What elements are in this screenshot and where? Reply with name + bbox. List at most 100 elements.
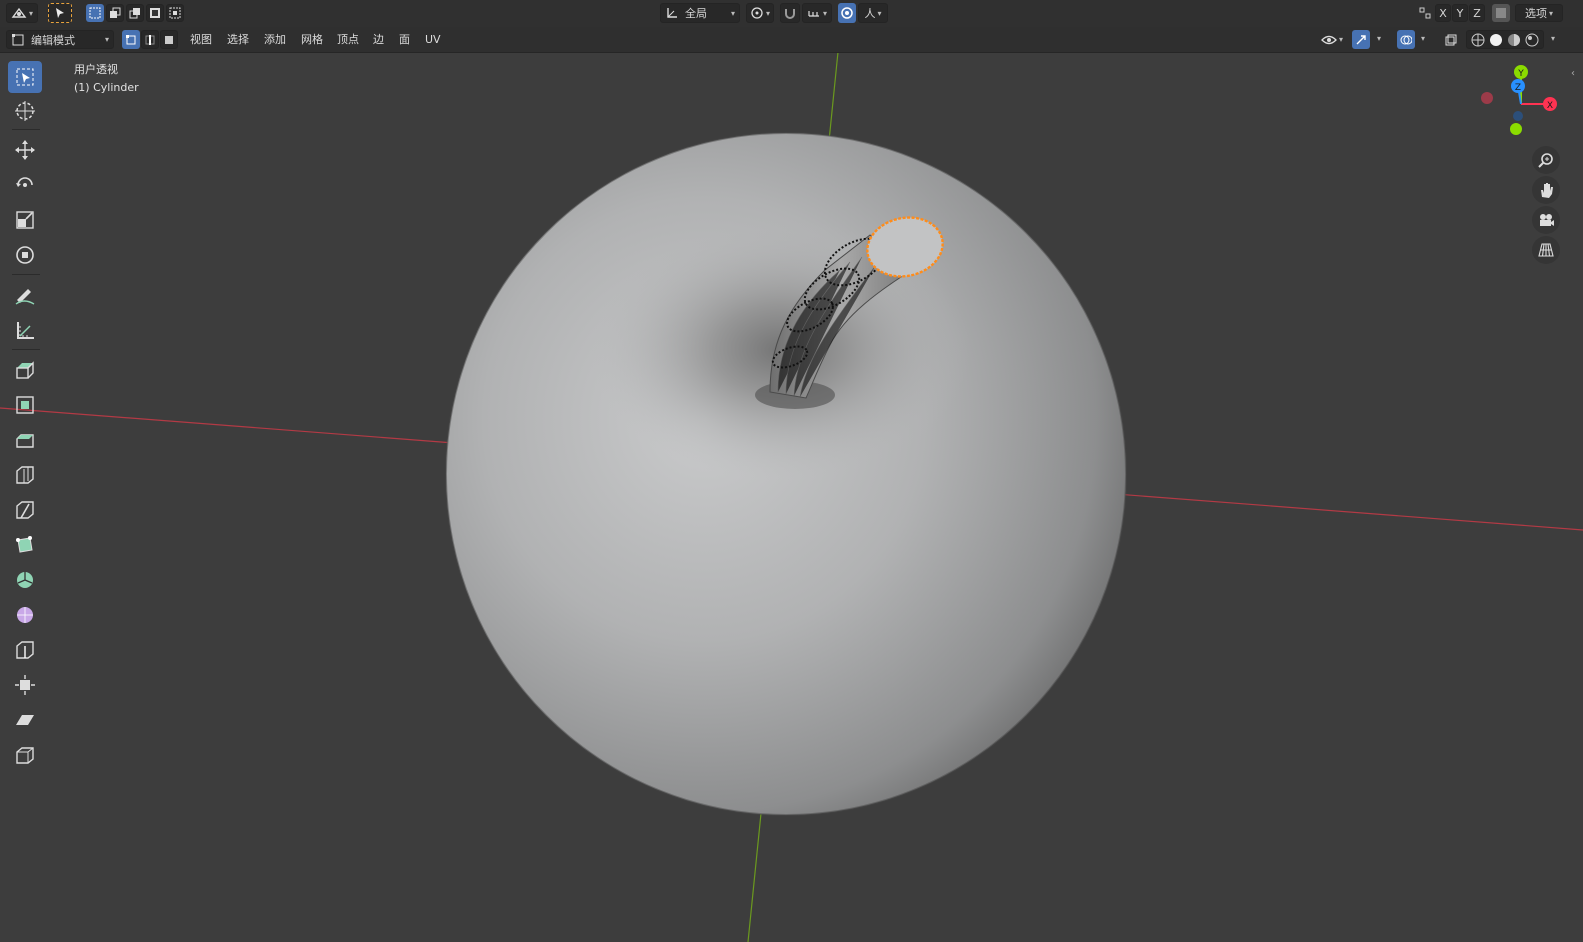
proportional-edit-icon <box>841 7 853 19</box>
falloff-dropdown[interactable]: 人 ▾ <box>858 3 888 23</box>
select-new-button[interactable] <box>86 4 104 22</box>
rotate-icon <box>16 177 33 187</box>
select-invert-button[interactable] <box>146 4 164 22</box>
select-invert-icon <box>150 8 160 18</box>
chevron-down-icon[interactable]: ▾ <box>1551 34 1555 43</box>
menu-face[interactable]: 面 <box>399 30 410 49</box>
edge-slide-tool[interactable] <box>8 634 42 666</box>
shrink-fatten-tool[interactable] <box>8 669 42 701</box>
mirror-y-toggle[interactable]: Y <box>1452 4 1468 22</box>
extrude-tool[interactable] <box>8 354 42 386</box>
chevron-down-icon: ▾ <box>765 8 770 18</box>
select-subtract-icon <box>129 8 140 19</box>
proportional-edit-toggle[interactable] <box>838 3 856 23</box>
select-intersect-button[interactable] <box>166 4 184 22</box>
edge-select-button[interactable] <box>141 30 159 49</box>
loop-cut-icon <box>16 466 34 484</box>
knife-tool[interactable] <box>8 494 42 526</box>
spin-tool[interactable] <box>8 564 42 596</box>
camera-icon <box>1540 214 1554 226</box>
overlays-toggle[interactable] <box>1397 30 1415 49</box>
chevron-down-icon: ▾ <box>1338 35 1343 44</box>
mirror-z-toggle[interactable]: Z <box>1469 4 1485 22</box>
gizmo-x-label: X <box>1547 101 1553 111</box>
rendered-shading-icon[interactable] <box>1524 32 1540 48</box>
scale-tool[interactable] <box>8 204 42 236</box>
vertex-select-button[interactable] <box>122 30 140 49</box>
pivot-icon <box>751 7 763 19</box>
orientation-label: 全局 <box>685 7 707 20</box>
tweak-tool-button[interactable] <box>48 3 72 23</box>
pan-button[interactable] <box>1532 176 1560 204</box>
editor-type-button[interactable]: ▾ <box>6 3 38 23</box>
gizmo-neg-x <box>1481 92 1493 104</box>
gizmo-toggle[interactable] <box>1352 30 1370 49</box>
rotate-tool[interactable] <box>8 169 42 201</box>
snap-toggle[interactable] <box>780 3 800 23</box>
cursor-tool[interactable] <box>8 95 42 127</box>
options-label: 选项 <box>1524 7 1547 20</box>
pivot-point-dropdown[interactable]: ▾ <box>746 3 774 23</box>
wireframe-shading-icon[interactable] <box>1470 32 1486 48</box>
menu-select[interactable]: 选择 <box>227 30 249 49</box>
navigation-gizmo[interactable]: Y Z X <box>1478 60 1568 146</box>
move-tool[interactable] <box>8 134 42 166</box>
snap-increment-icon <box>808 11 819 17</box>
mirror-toggle[interactable] <box>1416 4 1434 22</box>
mirror-x-toggle[interactable]: X <box>1435 4 1451 22</box>
eye-icon <box>1321 35 1337 44</box>
poly-build-tool[interactable] <box>8 529 42 561</box>
select-box-tool[interactable] <box>8 61 42 93</box>
solid-shading-icon[interactable] <box>1488 32 1504 48</box>
menu-uv[interactable]: UV <box>425 30 441 49</box>
sidebar-toggle[interactable]: ‹ <box>1571 68 1583 82</box>
scale-icon <box>16 211 34 229</box>
smooth-tool[interactable] <box>8 599 42 631</box>
rip-tool[interactable] <box>8 739 42 771</box>
auto-merge-toggle[interactable] <box>1492 4 1510 22</box>
menu-vertex[interactable]: 顶点 <box>337 30 359 49</box>
select-intersect-icon <box>169 7 181 19</box>
hand-icon <box>1541 183 1553 198</box>
inset-tool[interactable] <box>8 389 42 421</box>
select-subtract-button[interactable] <box>126 4 144 22</box>
shading-mode-group <box>1466 30 1544 49</box>
options-dropdown[interactable]: 选项 ▾ <box>1515 4 1563 22</box>
snap-target-dropdown[interactable]: ▾ <box>802 3 832 23</box>
viewport-canvas[interactable] <box>0 0 1583 942</box>
shear-icon <box>16 715 34 725</box>
select-extend-button[interactable] <box>106 4 124 22</box>
magnet-icon <box>785 9 795 19</box>
edit-mode-icon <box>12 33 24 45</box>
bevel-tool[interactable] <box>8 424 42 456</box>
face-select-button[interactable] <box>160 30 178 49</box>
menu-view[interactable]: 视图 <box>190 30 212 49</box>
gizmo-icon <box>1356 34 1366 44</box>
transform-tool[interactable] <box>8 239 42 271</box>
chevron-down-icon[interactable]: ▾ <box>1421 34 1425 43</box>
zoom-button[interactable] <box>1532 146 1560 174</box>
loop-cut-tool[interactable] <box>8 459 42 491</box>
perspective-toggle-button[interactable] <box>1532 236 1560 264</box>
material-shading-icon[interactable] <box>1506 32 1522 48</box>
mirror-z-label: Z <box>1473 6 1481 20</box>
measure-tool[interactable] <box>8 314 42 346</box>
menu-add[interactable]: 添加 <box>264 30 286 49</box>
interaction-mode-dropdown[interactable]: 编辑模式 ▾ <box>6 30 114 49</box>
chevron-down-icon: ▾ <box>104 35 109 44</box>
chevron-down-icon[interactable]: ▾ <box>1377 34 1381 43</box>
visibility-dropdown[interactable]: ▾ <box>1318 30 1346 49</box>
transform-orientation-dropdown[interactable]: 全局 ▾ <box>660 3 740 23</box>
gizmo-z-label: Z <box>1515 83 1521 93</box>
annotate-tool[interactable] <box>8 279 42 311</box>
camera-view-button[interactable] <box>1532 206 1560 234</box>
shear-tool[interactable] <box>8 704 42 736</box>
chevron-down-icon: ▾ <box>822 8 827 18</box>
xray-toggle[interactable] <box>1442 30 1460 49</box>
edge-slide-icon <box>16 641 34 659</box>
menu-mesh[interactable]: 网格 <box>301 30 323 49</box>
view-name: 用户透视 <box>74 63 118 76</box>
menu-edge[interactable]: 边 <box>373 30 384 49</box>
chevron-down-icon: ▾ <box>877 8 882 18</box>
mode-header: 编辑模式 ▾ 视图 选择 添加 网格 顶点 边 面 UV ▾ ▾ ▾ ▾ <box>0 27 1583 53</box>
